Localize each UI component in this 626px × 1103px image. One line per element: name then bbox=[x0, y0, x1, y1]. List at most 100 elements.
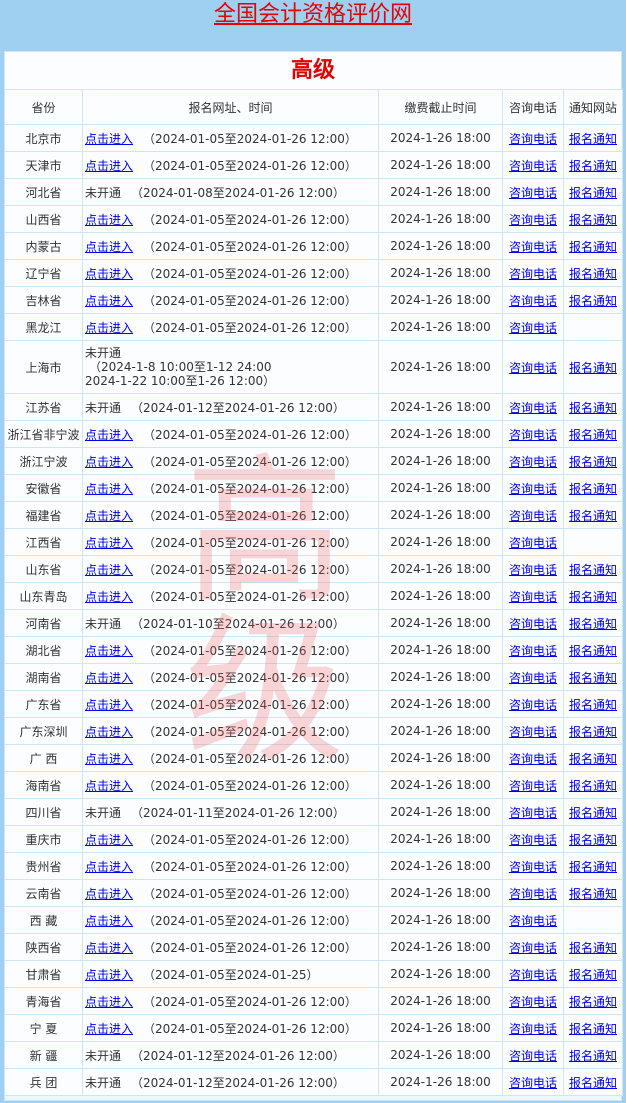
notice-link[interactable]: 报名通知 bbox=[569, 968, 617, 982]
phone-link[interactable]: 咨询电话 bbox=[509, 563, 557, 577]
register-link[interactable]: 点击进入 bbox=[85, 698, 133, 712]
phone-link[interactable]: 咨询电话 bbox=[509, 455, 557, 469]
phone-link[interactable]: 咨询电话 bbox=[509, 590, 557, 604]
register-link[interactable]: 点击进入 bbox=[85, 644, 133, 658]
register-link[interactable]: 点击进入 bbox=[85, 482, 133, 496]
register-link[interactable]: 点击进入 bbox=[85, 833, 133, 847]
register-link[interactable]: 点击进入 bbox=[85, 671, 133, 685]
register-link[interactable]: 点击进入 bbox=[85, 995, 133, 1009]
notice-link[interactable]: 报名通知 bbox=[569, 941, 617, 955]
phone-link[interactable]: 咨询电话 bbox=[509, 671, 557, 685]
register-link[interactable]: 点击进入 bbox=[85, 213, 133, 227]
site-title-link[interactable]: 全国会计资格评价网 bbox=[214, 2, 412, 27]
register-link[interactable]: 点击进入 bbox=[85, 159, 133, 173]
register-link[interactable]: 点击进入 bbox=[85, 240, 133, 254]
notice-link[interactable]: 报名通知 bbox=[569, 159, 617, 173]
phone-link[interactable]: 咨询电话 bbox=[509, 860, 557, 874]
notice-link[interactable]: 报名通知 bbox=[569, 482, 617, 496]
notice-link[interactable]: 报名通知 bbox=[569, 361, 617, 375]
phone-link[interactable]: 咨询电话 bbox=[509, 617, 557, 631]
register-link[interactable]: 点击进入 bbox=[85, 860, 133, 874]
phone-link[interactable]: 咨询电话 bbox=[509, 698, 557, 712]
notice-link[interactable]: 报名通知 bbox=[569, 240, 617, 254]
phone-link[interactable]: 咨询电话 bbox=[509, 941, 557, 955]
notice-link[interactable]: 报名通知 bbox=[569, 644, 617, 658]
notice-link[interactable]: 报名通知 bbox=[569, 833, 617, 847]
register-link[interactable]: 点击进入 bbox=[85, 267, 133, 281]
register-link[interactable]: 点击进入 bbox=[85, 887, 133, 901]
notice-link[interactable]: 报名通知 bbox=[569, 294, 617, 308]
notice-link[interactable]: 报名通知 bbox=[569, 1049, 617, 1063]
notice-link[interactable]: 报名通知 bbox=[569, 590, 617, 604]
phone-link[interactable]: 咨询电话 bbox=[509, 1022, 557, 1036]
phone-link[interactable]: 咨询电话 bbox=[509, 833, 557, 847]
register-link[interactable]: 点击进入 bbox=[85, 968, 133, 982]
register-link[interactable]: 点击进入 bbox=[85, 752, 133, 766]
register-link[interactable]: 点击进入 bbox=[85, 509, 133, 523]
register-link[interactable]: 点击进入 bbox=[85, 563, 133, 577]
notice-link[interactable]: 报名通知 bbox=[569, 213, 617, 227]
phone-link[interactable]: 咨询电话 bbox=[509, 779, 557, 793]
register-link[interactable]: 点击进入 bbox=[85, 428, 133, 442]
phone-link[interactable]: 咨询电话 bbox=[509, 361, 557, 375]
notice-link[interactable]: 报名通知 bbox=[569, 186, 617, 200]
register-link[interactable]: 点击进入 bbox=[85, 914, 133, 928]
notice-link[interactable]: 报名通知 bbox=[569, 995, 617, 1009]
phone-link[interactable]: 咨询电话 bbox=[509, 995, 557, 1009]
notice-link[interactable]: 报名通知 bbox=[569, 779, 617, 793]
notice-link[interactable]: 报名通知 bbox=[569, 617, 617, 631]
register-link[interactable]: 点击进入 bbox=[85, 536, 133, 550]
phone-link[interactable]: 咨询电话 bbox=[509, 294, 557, 308]
phone-link[interactable]: 咨询电话 bbox=[509, 132, 557, 146]
phone-link[interactable]: 咨询电话 bbox=[509, 914, 557, 928]
notice-link[interactable]: 报名通知 bbox=[569, 725, 617, 739]
phone-link[interactable]: 咨询电话 bbox=[509, 321, 557, 335]
notice-link[interactable]: 报名通知 bbox=[569, 509, 617, 523]
phone-cell: 咨询电话 bbox=[502, 636, 564, 664]
notice-link[interactable]: 报名通知 bbox=[569, 887, 617, 901]
phone-link[interactable]: 咨询电话 bbox=[509, 725, 557, 739]
notice-link[interactable]: 报名通知 bbox=[569, 698, 617, 712]
phone-link[interactable]: 咨询电话 bbox=[509, 401, 557, 415]
phone-link[interactable]: 咨询电话 bbox=[509, 428, 557, 442]
notice-link[interactable]: 报名通知 bbox=[569, 132, 617, 146]
notice-link[interactable]: 报名通知 bbox=[569, 401, 617, 415]
notice-link[interactable]: 报名通知 bbox=[569, 1076, 617, 1090]
phone-link[interactable]: 咨询电话 bbox=[509, 644, 557, 658]
table-row: 青海省 点击进入 （2024-01-05至2024-01-26 12:00） 2024… bbox=[4, 987, 623, 1015]
notice-link[interactable]: 报名通知 bbox=[569, 428, 617, 442]
notice-link[interactable]: 报名通知 bbox=[569, 671, 617, 685]
deadline-cell: 2024-1-26 18:00 bbox=[378, 124, 503, 152]
register-link[interactable]: 点击进入 bbox=[85, 1022, 133, 1036]
register-link[interactable]: 点击进入 bbox=[85, 455, 133, 469]
phone-link[interactable]: 咨询电话 bbox=[509, 806, 557, 820]
notice-link[interactable]: 报名通知 bbox=[569, 563, 617, 577]
phone-link[interactable]: 咨询电话 bbox=[509, 887, 557, 901]
notice-link[interactable]: 报名通知 bbox=[569, 860, 617, 874]
notice-link[interactable]: 报名通知 bbox=[569, 752, 617, 766]
phone-link[interactable]: 咨询电话 bbox=[509, 968, 557, 982]
phone-link[interactable]: 咨询电话 bbox=[509, 213, 557, 227]
register-link[interactable]: 点击进入 bbox=[85, 590, 133, 604]
phone-link[interactable]: 咨询电话 bbox=[509, 1076, 557, 1090]
notice-link[interactable]: 报名通知 bbox=[569, 806, 617, 820]
register-link[interactable]: 点击进入 bbox=[85, 321, 133, 335]
phone-link[interactable]: 咨询电话 bbox=[509, 536, 557, 550]
phone-link[interactable]: 咨询电话 bbox=[509, 159, 557, 173]
register-link[interactable]: 点击进入 bbox=[85, 132, 133, 146]
phone-link[interactable]: 咨询电话 bbox=[509, 267, 557, 281]
register-link[interactable]: 点击进入 bbox=[85, 725, 133, 739]
register-link[interactable]: 点击进入 bbox=[85, 294, 133, 308]
phone-link[interactable]: 咨询电话 bbox=[509, 752, 557, 766]
register-link[interactable]: 点击进入 bbox=[85, 941, 133, 955]
notice-link[interactable]: 报名通知 bbox=[569, 455, 617, 469]
table-row: 四川省 未开通 （2024-01-11至2024-01-26 12:00） 2024-… bbox=[4, 798, 623, 826]
phone-link[interactable]: 咨询电话 bbox=[509, 482, 557, 496]
phone-link[interactable]: 咨询电话 bbox=[509, 509, 557, 523]
notice-link[interactable]: 报名通知 bbox=[569, 1022, 617, 1036]
register-link[interactable]: 点击进入 bbox=[85, 779, 133, 793]
phone-link[interactable]: 咨询电话 bbox=[509, 1049, 557, 1063]
notice-link[interactable]: 报名通知 bbox=[569, 267, 617, 281]
phone-link[interactable]: 咨询电话 bbox=[509, 240, 557, 254]
phone-link[interactable]: 咨询电话 bbox=[509, 186, 557, 200]
